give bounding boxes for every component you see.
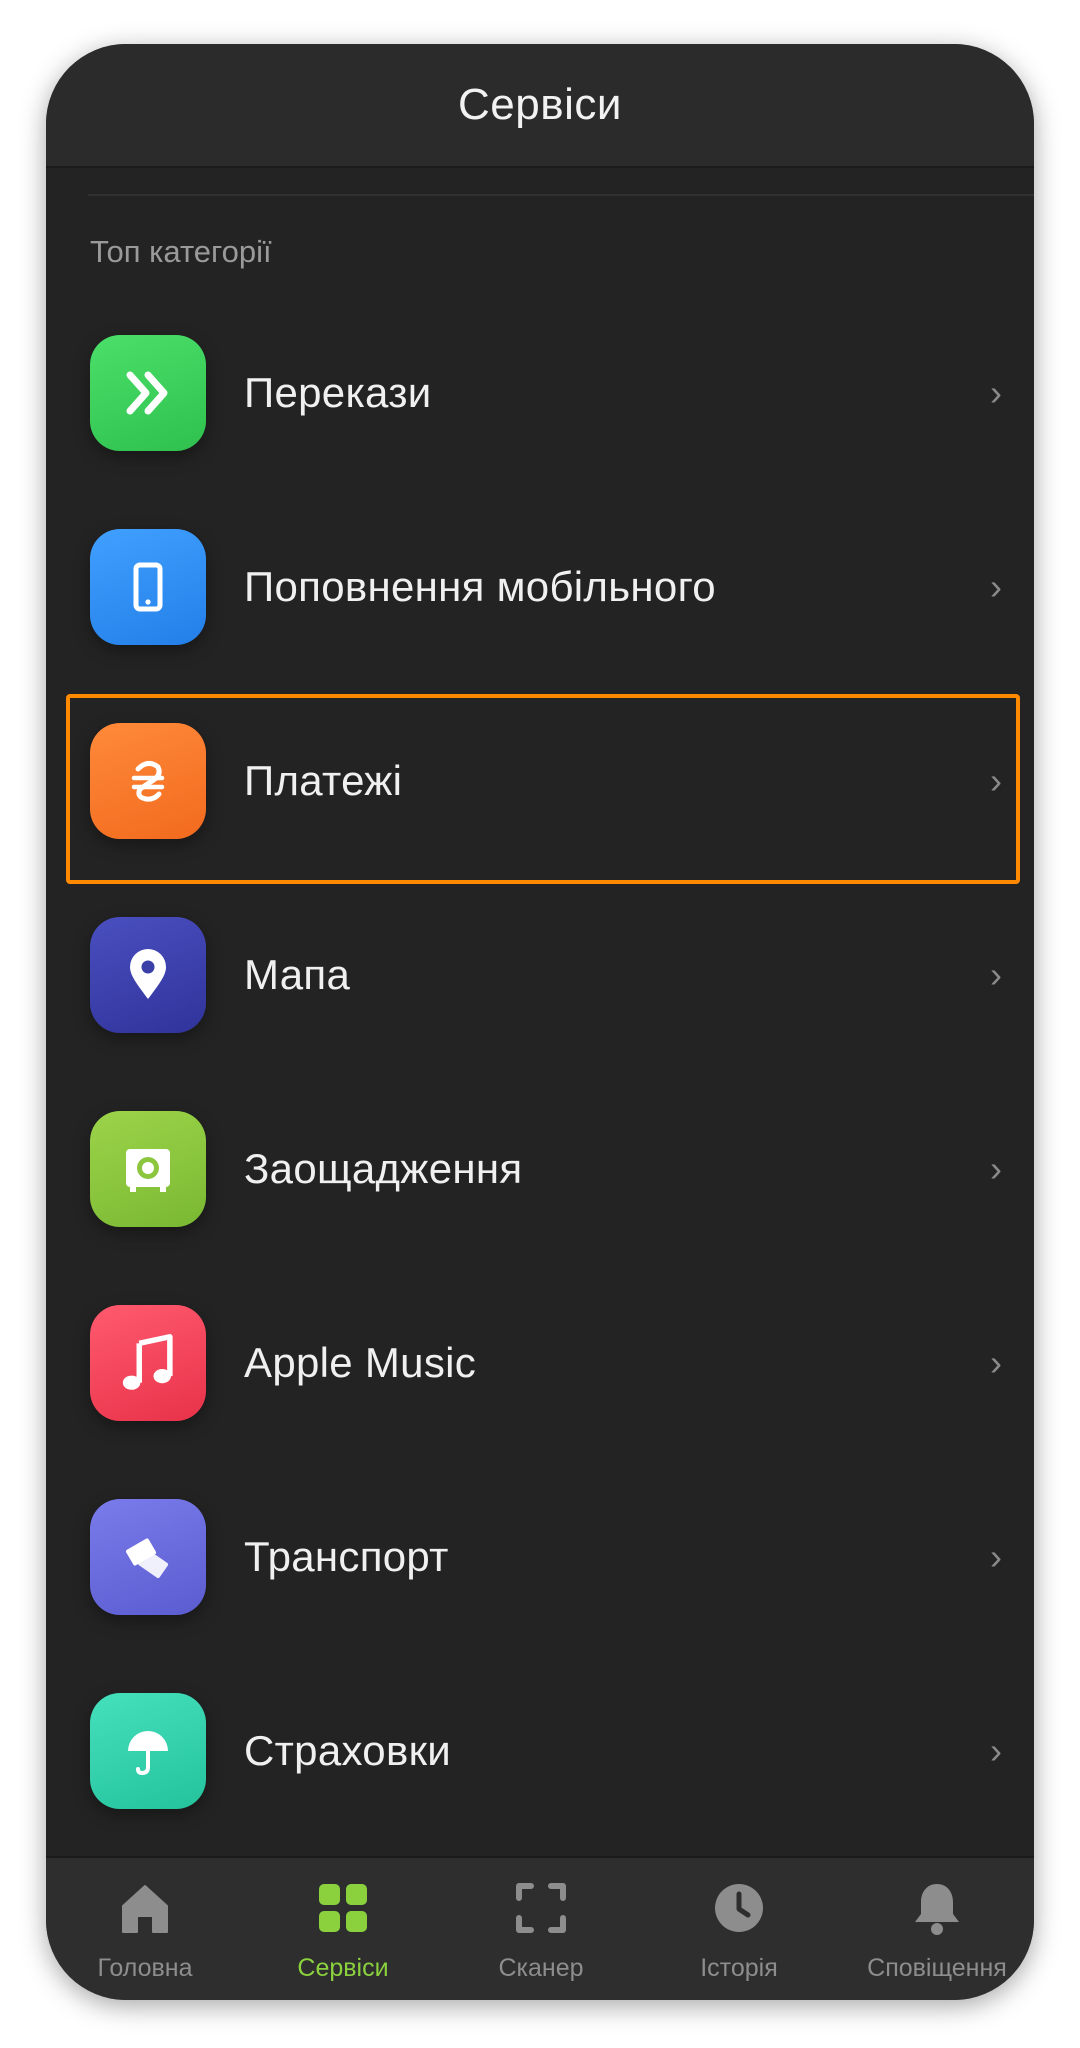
tab-label: Історія — [700, 1954, 778, 1982]
item-label: Мапа — [244, 951, 351, 998]
section-title: Топ категорії — [90, 234, 272, 269]
safe-icon — [90, 1111, 206, 1227]
item-label: Перекази — [244, 369, 432, 416]
list-item-savings[interactable]: Заощадження › — [46, 1072, 1034, 1266]
home-icon — [122, 1885, 168, 1933]
tab-services[interactable]: Сервіси — [244, 1858, 442, 2000]
chevron-right-icon: › — [990, 372, 1002, 413]
tab-bar: Головна Сервіси Сканер Історія Сповіщенн… — [46, 1856, 1034, 2000]
tickets-icon — [90, 1499, 206, 1615]
map-pin-icon — [90, 917, 206, 1033]
chevron-right-icon: › — [990, 1730, 1002, 1771]
list-item-insurance[interactable]: Страховки › — [46, 1654, 1034, 1848]
transfer-chevrons-icon — [90, 335, 206, 451]
smartphone-icon — [90, 529, 206, 645]
tab-label: Сканер — [498, 1954, 584, 1982]
list-item-transfers[interactable]: Перекази › — [46, 296, 1034, 490]
item-label: Поповнення мобільного — [244, 563, 716, 610]
top-bar: Сервіси — [46, 44, 1034, 168]
bell-icon — [915, 1884, 959, 1935]
chevron-right-icon: › — [990, 1342, 1002, 1383]
clock-icon — [715, 1884, 763, 1932]
divider — [88, 194, 1034, 196]
tab-home[interactable]: Головна — [46, 1858, 244, 2000]
chevron-right-icon: › — [990, 760, 1002, 801]
list-item-transport[interactable]: Транспорт › — [46, 1460, 1034, 1654]
tab-notifications[interactable]: Сповіщення — [838, 1858, 1034, 2000]
item-label: Транспорт — [244, 1533, 449, 1580]
tab-history[interactable]: Історія — [640, 1858, 838, 2000]
tab-label: Сервіси — [297, 1954, 389, 1982]
list-item-mobile-topup[interactable]: Поповнення мобільного › — [46, 490, 1034, 684]
item-label: Заощадження — [244, 1145, 523, 1192]
chevron-right-icon: › — [990, 1148, 1002, 1189]
list-item-map[interactable]: Мапа › — [46, 878, 1034, 1072]
music-note-icon — [90, 1305, 206, 1421]
item-label: Apple Music — [244, 1339, 477, 1386]
list-item-apple-music[interactable]: Apple Music › — [46, 1266, 1034, 1460]
hryvnia-icon — [90, 723, 206, 839]
phone-screen: Сервіси Топ категорії Перекази › Поповне… — [46, 44, 1034, 2000]
tab-label: Сповіщення — [867, 1954, 1007, 1982]
chevron-right-icon: › — [990, 1536, 1002, 1577]
chevron-right-icon: › — [990, 566, 1002, 607]
item-label: Платежі — [244, 757, 403, 804]
tab-scanner[interactable]: Сканер — [442, 1858, 640, 2000]
chevron-right-icon: › — [990, 954, 1002, 995]
list-item-payments[interactable]: Платежі › — [46, 684, 1034, 878]
item-label: Страховки — [244, 1727, 452, 1774]
scanner-frame-icon — [516, 1883, 566, 1933]
umbrella-icon — [90, 1693, 206, 1809]
tab-label: Головна — [97, 1954, 193, 1982]
grid-icon — [319, 1884, 367, 1932]
page-title: Сервіси — [458, 80, 622, 129]
